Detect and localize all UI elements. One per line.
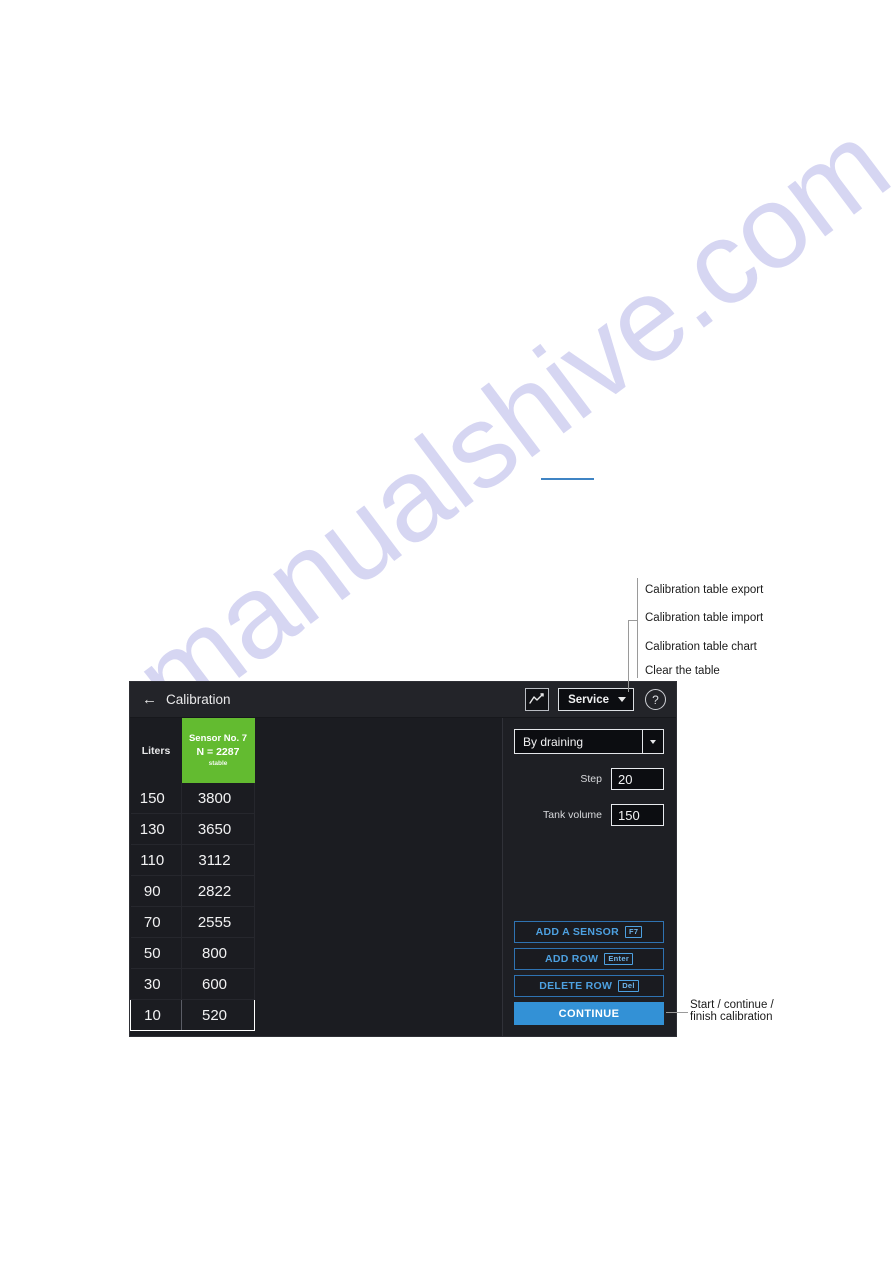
help-icon-button[interactable]: ? — [645, 689, 666, 710]
cell-sensor-value[interactable]: 3800 — [181, 783, 255, 814]
table-header-row: Liters Sensor No. 7 N = 2287 stable — [130, 718, 255, 783]
cell-sensor-value[interactable]: 3650 — [181, 813, 255, 845]
table-row[interactable]: 130 3650 — [130, 813, 255, 845]
delete-row-label: DELETE ROW — [539, 980, 613, 992]
tank-volume-field-row: Tank volume 150 — [514, 804, 664, 826]
cell-sensor-value[interactable]: 520 — [181, 999, 255, 1031]
cell-liters[interactable]: 70 — [130, 906, 182, 938]
cell-sensor-value[interactable]: 800 — [181, 937, 255, 969]
action-buttons-group: ADD A SENSOR F7 ADD ROW Enter DELETE ROW… — [514, 921, 664, 1036]
table-row[interactable]: 110 3112 — [130, 844, 255, 876]
service-dropdown-label: Service — [568, 693, 609, 706]
add-row-button[interactable]: ADD ROW Enter — [514, 948, 664, 970]
sensor-status: stable — [208, 760, 228, 767]
back-arrow-icon[interactable]: ← — [142, 692, 157, 707]
annotation-leader-to-service-dropdown — [628, 620, 629, 692]
table-row[interactable]: 50 800 — [130, 937, 255, 969]
app-header: ← Calibration Service ? — [130, 682, 676, 718]
service-dropdown[interactable]: Service — [558, 688, 634, 711]
sensor-name: Sensor No. 7 — [188, 733, 248, 744]
cell-sensor-value[interactable]: 600 — [181, 968, 255, 1000]
line-chart-icon-button[interactable] — [525, 688, 550, 711]
app-body: Liters Sensor No. 7 N = 2287 stable 150 3… — [130, 718, 676, 1036]
add-a-sensor-shortcut: F7 — [624, 926, 643, 938]
sensor-n-value: N = 2287 — [196, 746, 240, 758]
annotation-continue-note-line1: Start / continue / — [690, 999, 774, 1011]
cell-sensor-value[interactable]: 2555 — [181, 906, 255, 938]
step-field-row: Step 20 — [514, 768, 664, 790]
delete-row-button[interactable]: DELETE ROW Del — [514, 975, 664, 997]
table-row[interactable]: 90 2822 — [130, 875, 255, 907]
cell-liters[interactable]: 110 — [130, 844, 182, 876]
step-label: Step — [580, 773, 602, 785]
add-row-label: ADD ROW — [544, 953, 599, 965]
annotation-calibration-table-chart: Calibration table chart — [645, 641, 757, 653]
column-header-sensor[interactable]: Sensor No. 7 N = 2287 stable — [181, 718, 255, 783]
cell-sensor-value[interactable]: 3112 — [181, 844, 255, 876]
calibration-table-body: 150 3800 130 3650 110 3112 90 2822 70 2555 50 800 30… — [130, 783, 255, 1031]
page-watermark: manualshive.com — [0, 0, 893, 1263]
cell-liters[interactable]: 50 — [130, 937, 182, 969]
continue-button[interactable]: CONTINUE — [514, 1002, 664, 1025]
table-row[interactable]: 70 2555 — [130, 906, 255, 938]
column-header-liters: Liters — [130, 718, 182, 783]
calibration-mode-select[interactable]: By draining — [514, 729, 664, 754]
continue-button-label: CONTINUE — [558, 1007, 620, 1020]
question-mark-glyph: ? — [652, 692, 659, 707]
annotation-leader-to-continue-button — [666, 1012, 688, 1013]
annotation-calibration-table-export: Calibration table export — [645, 584, 764, 596]
tank-volume-input[interactable]: 150 — [611, 804, 664, 826]
annotation-calibration-table-import: Calibration table import — [645, 612, 764, 624]
chevron-down-icon — [650, 739, 656, 744]
control-pane: By draining Step 20 Tank volume 150 ADD … — [503, 718, 676, 1036]
watermark-text: manualshive.com — [111, 98, 893, 748]
chevron-down-icon — [618, 697, 626, 702]
cell-liters[interactable]: 150 — [130, 783, 182, 814]
control-pane-spacer — [514, 826, 664, 921]
cell-sensor-value[interactable]: 2822 — [181, 875, 255, 907]
cell-liters[interactable]: 10 — [130, 999, 182, 1031]
annotation-clear-the-table: Clear the table — [645, 665, 720, 677]
delete-row-shortcut: Del — [618, 980, 639, 992]
add-row-shortcut: Enter — [604, 953, 634, 965]
table-row[interactable]: 30 600 — [130, 968, 255, 1000]
table-row[interactable]: 150 3800 — [130, 783, 255, 814]
annotation-branch-horizontal — [628, 620, 638, 621]
cell-liters[interactable]: 90 — [130, 875, 182, 907]
cell-liters[interactable]: 130 — [130, 813, 182, 845]
table-row[interactable]: 10 520 — [130, 999, 255, 1031]
calibration-table: Liters Sensor No. 7 N = 2287 stable 150 3… — [130, 718, 255, 1031]
calibration-mode-dropdown-arrow[interactable] — [642, 730, 663, 753]
annotation-bracket-vertical — [637, 578, 638, 678]
add-a-sensor-label: ADD A SENSOR — [535, 926, 619, 938]
page-title: Calibration — [166, 692, 231, 707]
annotation-continue-note-line2: finish calibration — [690, 1011, 773, 1023]
cell-liters[interactable]: 30 — [130, 968, 182, 1000]
blue-rule-decoration — [541, 478, 594, 480]
add-a-sensor-button[interactable]: ADD A SENSOR F7 — [514, 921, 664, 943]
calibration-app-window: ← Calibration Service ? Liters Sensor No… — [129, 681, 677, 1037]
calibration-table-pane: Liters Sensor No. 7 N = 2287 stable 150 3… — [130, 718, 503, 1036]
step-input[interactable]: 20 — [611, 768, 664, 790]
calibration-mode-value[interactable]: By draining — [515, 730, 642, 753]
tank-volume-label: Tank volume — [543, 809, 602, 821]
